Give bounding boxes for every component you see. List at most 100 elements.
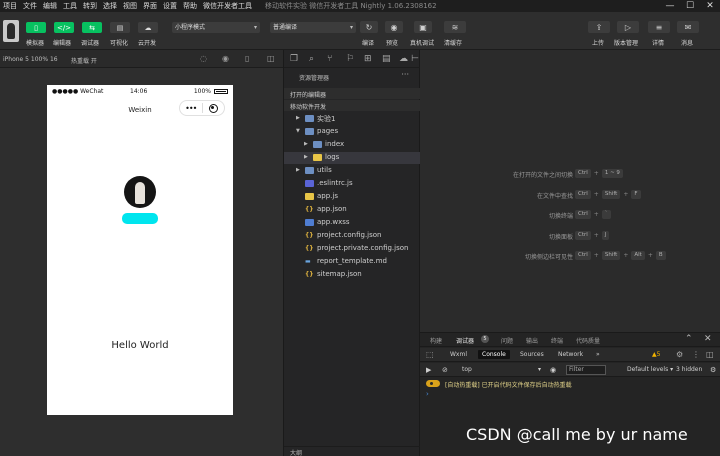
tab-problems[interactable]: 问题	[501, 336, 513, 345]
tree-file-report-template[interactable]: ▬ report_template.md	[284, 256, 421, 268]
cloud-icon[interactable]: ☁	[399, 54, 408, 64]
menu-project[interactable]: 项目	[0, 1, 20, 11]
tab-console[interactable]: Console	[478, 350, 510, 359]
tree-item-label: 实验1	[317, 115, 336, 123]
version-button[interactable]: ▷	[617, 21, 639, 33]
clear-cache-button[interactable]: ≋	[444, 21, 466, 33]
outline-section[interactable]: 大纲	[284, 446, 421, 456]
menu-interface[interactable]: 界面	[140, 1, 160, 11]
open-editors-section[interactable]: 打开的编辑器	[284, 88, 421, 99]
battery-text: 100%	[193, 88, 211, 95]
menu-goto[interactable]: 转到	[80, 1, 100, 11]
files-icon[interactable]: ❐	[290, 54, 298, 64]
tree-item-label: logs	[325, 153, 340, 161]
preview-button[interactable]: ◉	[385, 21, 403, 33]
menu-file[interactable]: 文件	[20, 1, 40, 11]
tree-file-app-wxss[interactable]: app.wxss	[284, 217, 421, 229]
visual-toggle-button[interactable]: ▤	[110, 22, 130, 33]
context-select[interactable]: top	[462, 366, 472, 373]
tree-file-project-private-config[interactable]: {} project.private.config.json	[284, 243, 421, 255]
tab-code-quality[interactable]: 代码质量	[576, 336, 600, 345]
device-select[interactable]: iPhone 5 100% 16	[3, 56, 58, 63]
mode-select[interactable]: 小程序模式 ▾	[172, 22, 260, 33]
popout-icon[interactable]: ◫	[267, 54, 275, 63]
more-icon[interactable]: •••	[180, 104, 202, 113]
menu-edit[interactable]: 编辑	[40, 1, 60, 11]
menu-help[interactable]: 帮助	[180, 1, 200, 11]
menu-view[interactable]: 视图	[120, 1, 140, 11]
compile-select[interactable]: 普通编译 ▾	[270, 22, 356, 33]
close-icon[interactable]: ✕	[704, 334, 712, 344]
debugger-toggle-button[interactable]: ⇆	[82, 22, 102, 33]
chevron-down-icon[interactable]: ▾	[538, 366, 541, 373]
clear-console-icon[interactable]: ⊘	[442, 366, 448, 374]
more-icon[interactable]: ···	[401, 70, 409, 79]
rotate-icon[interactable]: ◌	[200, 54, 207, 63]
markdown-file-icon: ▬	[305, 258, 311, 265]
upload-button[interactable]: ⇪	[588, 21, 610, 33]
folder-icon	[313, 141, 322, 148]
project-section[interactable]: 移动软件开发	[284, 100, 421, 111]
shortcut-key: Ctrl	[575, 190, 591, 199]
menu-select[interactable]: 选择	[100, 1, 120, 11]
gear-icon[interactable]: ⚙	[710, 366, 716, 374]
menu-wechat-devtools[interactable]: 微信开发者工具	[200, 1, 255, 11]
tree-file-eslintrc[interactable]: .eslintrc.js	[284, 178, 421, 190]
phone-icon: ▯	[34, 23, 38, 32]
gear-icon[interactable]: ⚙	[676, 350, 683, 359]
record-icon[interactable]: ◉	[222, 54, 229, 63]
tree-file-project-config[interactable]: {} project.config.json	[284, 230, 421, 242]
sidebar-toggle-icon[interactable]: ▶	[426, 366, 431, 374]
close-icon[interactable]: ✕	[700, 0, 720, 12]
warning-count[interactable]: ▲5	[652, 351, 660, 358]
tree-folder-utils[interactable]: ▶ utils	[284, 165, 421, 177]
dock-icon[interactable]: ◫	[706, 350, 714, 359]
user-avatar[interactable]	[3, 20, 19, 42]
compile-button[interactable]: ↻	[360, 21, 378, 33]
console-filter-input[interactable]: Filter	[566, 365, 606, 375]
editor-toggle-button[interactable]: </>	[54, 22, 74, 33]
tab-wxml[interactable]: Wxml	[450, 351, 467, 358]
userinfo-avatar[interactable]	[124, 176, 156, 208]
menu-tools[interactable]: 工具	[60, 1, 80, 11]
tab-debugger[interactable]: 调试器	[456, 336, 474, 345]
debug-run-icon[interactable]: ⚐	[346, 54, 354, 64]
kebab-icon[interactable]: ⋮	[692, 350, 700, 359]
maximize-icon[interactable]: ☐	[680, 0, 700, 12]
shortcut-row: 在文件中查找 Ctrl + Shift + F	[420, 190, 720, 200]
tree-file-app-js[interactable]: app.js	[284, 191, 421, 203]
close-capsule-button[interactable]	[203, 103, 225, 113]
details-button[interactable]: ≡	[648, 21, 670, 33]
tree-file-sitemap[interactable]: {} sitemap.json	[284, 269, 421, 281]
extensions-icon[interactable]: ⊞	[364, 54, 372, 64]
inspect-icon[interactable]: ⬚	[426, 350, 434, 359]
branch-icon[interactable]: ⊢	[411, 54, 419, 64]
more-tabs-button[interactable]: »	[596, 351, 600, 358]
log-levels-select[interactable]: Default levels ▾	[627, 366, 673, 373]
tab-network[interactable]: Network	[558, 351, 583, 358]
test-icon[interactable]: ▤	[382, 54, 391, 64]
cloud-toggle-button[interactable]: ☁	[138, 22, 158, 33]
simulator-toggle-button[interactable]: ▯	[26, 22, 46, 33]
chevron-up-icon[interactable]: ⌃	[685, 334, 693, 344]
tree-folder-pages[interactable]: ▼ pages	[284, 126, 421, 138]
tree-folder-logs[interactable]: ▶ logs	[284, 152, 421, 164]
tree-folder-index[interactable]: ▶ index	[284, 139, 421, 151]
console-prompt[interactable]: ›	[426, 390, 429, 398]
filter-placeholder: Filter	[569, 366, 584, 373]
minimize-icon[interactable]: —	[660, 0, 680, 12]
tab-output[interactable]: 输出	[526, 336, 538, 345]
hotreload-select[interactable]: 热重载 开	[71, 56, 97, 65]
eye-icon[interactable]: ◉	[550, 366, 556, 374]
search-icon[interactable]: ⌕	[309, 54, 314, 64]
tab-sources[interactable]: Sources	[520, 351, 544, 358]
message-button[interactable]: ✉	[677, 21, 699, 33]
tab-terminal[interactable]: 终端	[551, 336, 563, 345]
tree-file-app-json[interactable]: {} app.json	[284, 204, 421, 216]
tab-build[interactable]: 构建	[430, 336, 442, 345]
device-icon[interactable]: ▯	[245, 54, 249, 63]
git-icon[interactable]: ⑂	[327, 54, 332, 64]
menu-settings[interactable]: 设置	[160, 1, 180, 11]
tree-folder-exp1[interactable]: ▶ 实验1	[284, 113, 421, 125]
real-debug-button[interactable]: ▣	[414, 21, 432, 33]
